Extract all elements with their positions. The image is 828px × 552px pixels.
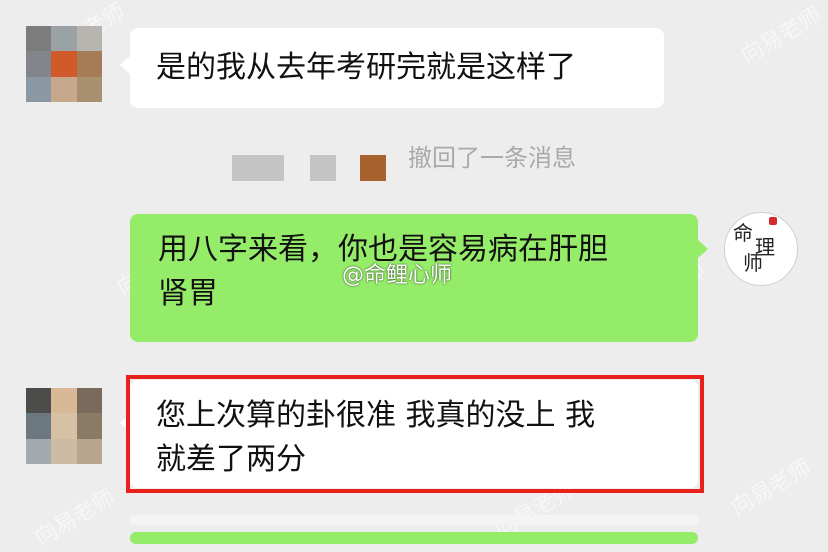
contact-avatar[interactable] — [26, 388, 102, 464]
redacted-name-block — [310, 155, 336, 181]
message-bubble-incoming[interactable]: 是的我从去年考研完就是这样了 — [130, 28, 664, 108]
bubble-tail — [698, 240, 708, 258]
watermark-text: 向易老师 — [736, 3, 826, 69]
message-bubble-partial — [130, 515, 698, 525]
redacted-name-block — [360, 155, 386, 181]
recall-notice-text: 撤回了一条消息 — [408, 144, 576, 172]
highlight-box — [126, 375, 704, 493]
message-text: 是的我从去年考研完就是这样了 — [156, 50, 576, 85]
redacted-name-block — [232, 155, 284, 181]
bubble-tail — [120, 56, 130, 74]
contact-avatar[interactable] — [26, 26, 102, 102]
weibo-watermark: @命鲤心师 — [342, 263, 453, 288]
watermark-text: 向易老师 — [726, 455, 816, 521]
seal-mark — [769, 217, 777, 225]
watermark-text: 向易老师 — [30, 485, 120, 551]
message-bubble-partial — [130, 532, 698, 544]
user-avatar-logo[interactable]: 命 理 师 — [724, 212, 798, 286]
